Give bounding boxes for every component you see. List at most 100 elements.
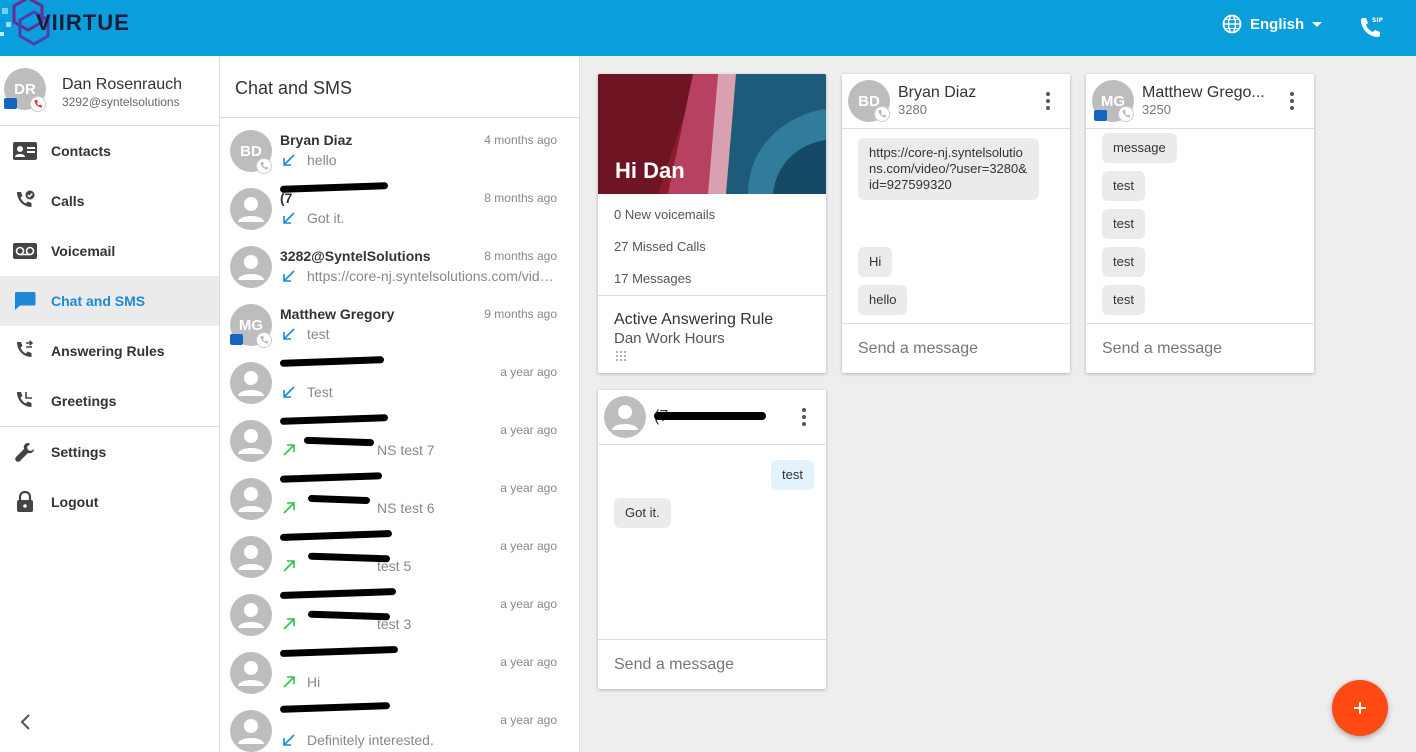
conversation-time: a year ago: [500, 655, 557, 669]
redaction: [654, 412, 766, 420]
conversation-preview: test: [307, 326, 330, 342]
send-message-input[interactable]: Send a message: [842, 323, 1070, 373]
chat-contact-name: Bryan Diaz: [898, 84, 977, 101]
nav-label: Calls: [51, 193, 85, 209]
conversation-row[interactable]: a year ago test 3: [220, 582, 579, 640]
conversation-time: a year ago: [500, 481, 557, 495]
person-icon: [238, 545, 264, 570]
nav-logout[interactable]: Logout: [0, 477, 219, 527]
conversation-row[interactable]: a year ago Hi: [220, 640, 579, 698]
nav-label: Greetings: [51, 393, 117, 409]
arrow-incoming-icon: [283, 212, 295, 224]
phone-badge-icon: [256, 158, 272, 174]
messages-count[interactable]: 17 Messages: [614, 271, 691, 286]
answering-rule-title: Active Answering Rule: [614, 311, 774, 328]
message-bubble: test: [1102, 285, 1145, 315]
message-bubble: Hi: [858, 247, 893, 277]
avatar: [230, 536, 272, 578]
plus-icon: [1354, 702, 1366, 714]
conversation-time: 8 months ago: [484, 249, 557, 263]
arrow-outgoing-icon: [283, 560, 295, 572]
nav-chat-sms[interactable]: Chat and SMS: [0, 276, 219, 326]
arrow-incoming-icon: [283, 734, 295, 746]
nav-settings[interactable]: Settings: [0, 427, 219, 477]
arrow-outgoing-icon: [283, 676, 295, 688]
send-message-input[interactable]: Send a message: [598, 639, 826, 689]
conversation-row[interactable]: a year ago test 5: [220, 524, 579, 582]
conversation-time: a year ago: [500, 539, 557, 553]
phone-forward-icon: [12, 339, 38, 363]
person-icon: [238, 661, 264, 686]
person-icon: [238, 487, 264, 512]
voicemail-icon: [12, 239, 38, 263]
nav-calls[interactable]: Calls: [0, 176, 219, 226]
conversation-preview: Hi: [307, 674, 321, 690]
avatar: [230, 594, 272, 636]
phone-badge-icon: [30, 96, 46, 112]
conversation-row[interactable]: MG Matthew Gregory 9 months ago test: [220, 292, 579, 350]
person-icon: [238, 603, 264, 628]
conversation-row[interactable]: a year ago NS test 6: [220, 466, 579, 524]
wrench-icon: [12, 440, 38, 464]
globe-icon: [1222, 14, 1242, 34]
conversation-time: a year ago: [500, 597, 557, 611]
person-icon: [238, 255, 264, 280]
hero-banner: Hi Dan: [598, 74, 826, 194]
conversation-row[interactable]: a year ago NS test 7: [220, 408, 579, 466]
sip-phone-icon[interactable]: SIP: [1358, 14, 1384, 40]
nav-greetings[interactable]: Greetings: [0, 376, 219, 426]
viirtue-logo[interactable]: VIIRTUE: [0, 0, 150, 48]
conversation-row[interactable]: a year ago Definitely interested.: [220, 698, 579, 752]
conversation-preview: Test: [307, 384, 333, 400]
arrow-incoming-icon: [283, 328, 295, 340]
user-profile[interactable]: DR Dan Rosenrauch 3292@syntelsolutions: [0, 56, 219, 126]
arrow-incoming-icon: [283, 386, 295, 398]
conversation-row[interactable]: 3282@SyntelSolutions 8 months ago https://…: [220, 234, 579, 292]
arrow-outgoing-icon: [283, 502, 295, 514]
conversation-preview: hello: [307, 152, 337, 168]
redaction: [279, 530, 393, 541]
conversation-name: Matthew Gregory: [280, 306, 395, 322]
language-selector[interactable]: English: [1222, 14, 1323, 34]
missed-calls-count[interactable]: 27 Missed Calls: [614, 239, 706, 254]
conversation-time: a year ago: [500, 365, 557, 379]
conversation-time: 9 months ago: [484, 307, 557, 321]
arrow-incoming-icon: [283, 270, 295, 282]
phone-badge-icon: [874, 106, 890, 122]
new-message-button[interactable]: [1332, 680, 1388, 736]
conversation-row[interactable]: BD Bryan Diaz 4 months ago hello: [220, 118, 579, 176]
conversation-row[interactable]: a year ago Test: [220, 350, 579, 408]
nav-answering-rules[interactable]: Answering Rules: [0, 326, 219, 376]
person-icon: [612, 405, 638, 430]
conversation-row[interactable]: (7 8 months ago Got it.: [220, 176, 579, 234]
more-vert-icon[interactable]: [1290, 92, 1294, 110]
chat-badge-icon: [4, 98, 17, 109]
nav-contacts[interactable]: Contacts: [0, 126, 219, 176]
chat-badge-icon: [1094, 110, 1107, 121]
conversation-name: 3282@SyntelSolutions: [280, 248, 431, 264]
divider: [598, 295, 826, 296]
avatar: [230, 188, 272, 230]
language-label: English: [1250, 15, 1305, 33]
person-icon: [238, 197, 264, 222]
lock-icon: [12, 490, 38, 514]
conversation-list-title: Chat and SMS: [220, 56, 579, 118]
chat-card-unknown: (7 test Got it. Send a message: [598, 390, 826, 689]
message-bubble: test: [1102, 247, 1145, 277]
avatar: [230, 710, 272, 752]
person-icon: [238, 371, 264, 396]
message-bubble: Got it.: [614, 498, 671, 528]
avatar: [230, 246, 272, 288]
person-icon: [238, 719, 264, 744]
chevron-left-icon[interactable]: [16, 712, 36, 732]
voicemail-count[interactable]: 0 New voicemails: [614, 207, 715, 222]
more-vert-icon[interactable]: [1046, 92, 1050, 110]
nav-label: Chat and SMS: [51, 293, 146, 309]
send-message-input[interactable]: Send a message: [1086, 323, 1314, 373]
more-vert-icon[interactable]: [802, 408, 806, 426]
answering-rule-name[interactable]: Dan Work Hours: [614, 330, 725, 347]
nav-voicemail[interactable]: Voicemail: [0, 226, 219, 276]
chat-card-header: (7: [598, 390, 826, 445]
conversation-time: a year ago: [500, 713, 557, 727]
conversation-time: a year ago: [500, 423, 557, 437]
